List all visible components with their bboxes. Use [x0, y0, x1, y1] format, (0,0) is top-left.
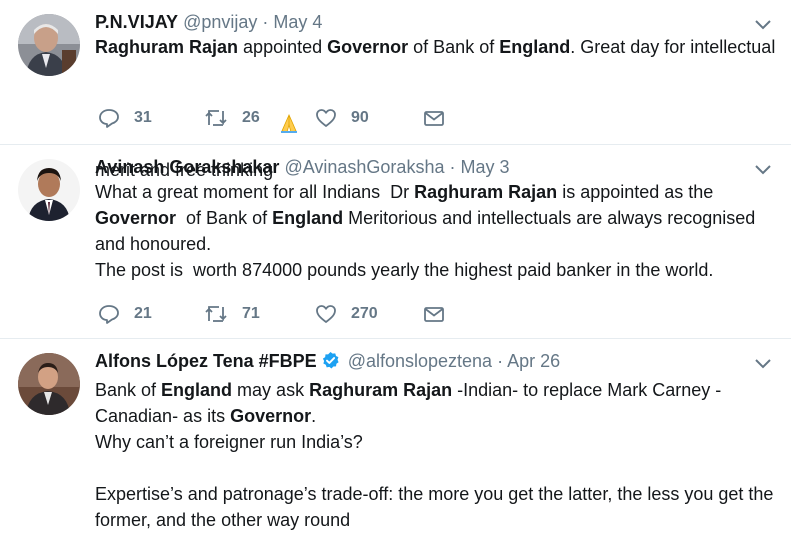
tweet-text-segment: may ask [232, 380, 310, 400]
tweet-line: Why can’t a foreigner run India’s? [95, 429, 785, 455]
highlighted-term: Raghuram Rajan [309, 380, 453, 400]
reply-count: 31 [134, 109, 152, 126]
reply-button[interactable]: 21 [98, 302, 152, 326]
highlighted-term: Governor [95, 208, 177, 228]
retweet-count: 26 [242, 109, 260, 126]
avatar[interactable] [18, 14, 80, 76]
tweet-line: Expertise’s and patronage’s trade-off: t… [95, 481, 785, 533]
highlighted-term: Raghuram Rajan [414, 182, 558, 202]
tweet-text-segment: of Bank of [176, 208, 273, 228]
tweet-text-segment: is appointed as the [557, 182, 719, 202]
reply-count: 21 [134, 305, 152, 322]
tweet-text-segment: appointed [238, 37, 328, 57]
tweet[interactable]: P.N.VIJAY @pnvijay · May 4 Raghuram Raja… [0, 0, 791, 180]
retweet-button[interactable]: 26 [204, 106, 260, 130]
direct-message-button[interactable] [423, 106, 445, 130]
user-handle[interactable]: @pnvijay [183, 12, 257, 32]
tweet-text: Bank of England may ask Raghuram Rajan -… [95, 377, 785, 533]
user-handle[interactable]: @alfonslopeztena [348, 351, 492, 371]
avatar[interactable] [18, 353, 80, 415]
like-count: 90 [351, 109, 369, 126]
highlighted-term: Raghuram Rajan [95, 37, 239, 57]
separator-dot: · [497, 351, 504, 371]
chevron-down-icon[interactable] [753, 353, 773, 373]
highlighted-term: Governor [327, 37, 409, 57]
highlighted-term: Governor [230, 406, 312, 426]
tweet-feed: P.N.VIJAY @pnvijay · May 4 Raghuram Raja… [0, 0, 791, 543]
reply-button[interactable]: 31 [98, 106, 152, 130]
retweet-icon [204, 107, 228, 129]
heart-icon [315, 303, 337, 325]
retweet-count: 71 [242, 305, 260, 322]
display-name[interactable]: P.N.VIJAY [95, 12, 178, 32]
like-count: 270 [351, 305, 378, 322]
highlighted-term: England [161, 380, 233, 400]
tweet-header: P.N.VIJAY @pnvijay · May 4 [95, 10, 322, 34]
envelope-icon [423, 107, 445, 129]
tweet-text-segment: Bank of [95, 380, 162, 400]
separator-dot: · [262, 12, 269, 32]
chevron-down-icon[interactable] [753, 14, 773, 34]
tweet-text-segment: . [311, 406, 317, 426]
tweet-text-segment: Why can’t a foreigner run India’s? [95, 432, 363, 452]
highlighted-term: England [272, 208, 344, 228]
tweet[interactable]: Avinash Gorakshakar @AvinashGoraksha · M… [0, 145, 791, 339]
envelope-icon [423, 303, 445, 325]
tweet-text-segment: Expertise’s and patronage’s trade-off: t… [95, 484, 779, 530]
verified-badge-icon [321, 351, 340, 370]
tweet-date[interactable]: May 3 [461, 157, 510, 177]
tweet-date[interactable]: May 4 [273, 12, 322, 32]
tweet-line: Bank of England may ask Raghuram Rajan -… [95, 377, 785, 429]
tweet-header: Alfons López Tena #FBPE @alfonslopeztena… [95, 349, 560, 373]
tweet-text-segment: The post is worth 874000 pounds yearly t… [95, 260, 714, 280]
retweet-button[interactable]: 71 [204, 302, 260, 326]
heart-icon [315, 107, 337, 129]
separator-dot: · [449, 157, 456, 177]
avatar[interactable] [18, 159, 80, 221]
user-handle[interactable]: @AvinashGoraksha [284, 157, 444, 177]
tweet-date[interactable]: Apr 26 [507, 351, 560, 371]
tweet-line: What a great moment for all Indians Dr R… [95, 179, 785, 257]
reply-icon [98, 107, 120, 129]
tweet-line: The post is worth 874000 pounds yearly t… [95, 257, 785, 283]
tweet-header: Avinash Gorakshakar @AvinashGoraksha · M… [95, 155, 510, 179]
tweet-text-segment: What a great moment for all Indians Dr [95, 182, 415, 202]
direct-message-button[interactable] [423, 302, 445, 326]
tweet-text-segment: of Bank of [408, 37, 500, 57]
display-name[interactable]: Avinash Gorakshakar [95, 157, 279, 177]
highlighted-term: England [499, 37, 571, 57]
like-button[interactable]: 270 [315, 302, 378, 326]
retweet-icon [204, 303, 228, 325]
display-name[interactable]: Alfons López Tena #FBPE [95, 351, 317, 371]
chevron-down-icon[interactable] [753, 159, 773, 179]
like-button[interactable]: 90 [315, 106, 369, 130]
tweet-text: What a great moment for all Indians Dr R… [95, 179, 785, 283]
tweet[interactable]: Alfons López Tena #FBPE @alfonslopeztena… [0, 339, 791, 543]
reply-icon [98, 303, 120, 325]
tweet-line: ​ [95, 455, 785, 481]
